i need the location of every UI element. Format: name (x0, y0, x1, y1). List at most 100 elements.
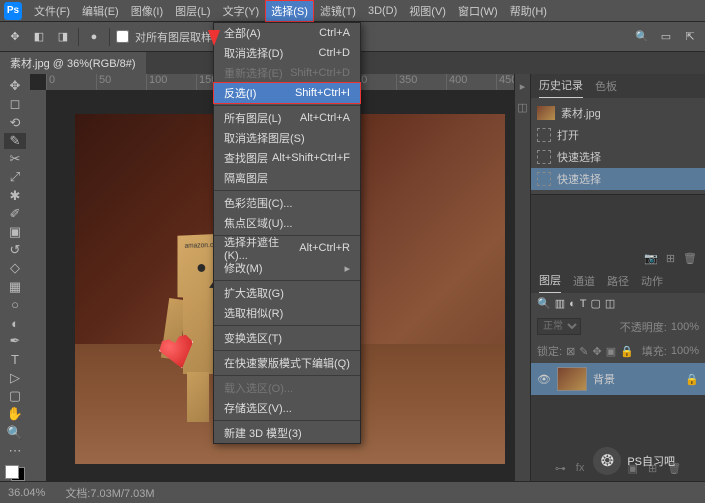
brush-tool[interactable]: ✐ (4, 206, 26, 222)
color-swatches[interactable] (5, 465, 25, 481)
marquee-tool[interactable]: ◻ (4, 96, 26, 112)
gradient-tool[interactable]: ▦ (4, 279, 26, 295)
workspace-icon[interactable]: ▭ (657, 28, 675, 46)
menu-3d[interactable]: 3D(D) (362, 2, 403, 20)
panel-icon[interactable]: ▸ (520, 80, 526, 93)
sub-selection-icon[interactable]: ◨ (54, 28, 72, 46)
shape-tool[interactable]: ▢ (4, 388, 26, 404)
crop-tool[interactable]: ✂ (4, 151, 26, 167)
eraser-tool[interactable]: ◇ (4, 260, 26, 276)
filter-pill[interactable]: ◐ (569, 298, 576, 310)
hand-tool[interactable]: ✋ (4, 406, 26, 422)
menu-item[interactable]: 所有图层(L)Alt+Ctrl+A (214, 108, 360, 128)
tool-preset-icon[interactable]: ✥ (6, 28, 24, 46)
channels-tab[interactable]: 通道 (573, 269, 595, 293)
menu-file[interactable]: 文件(F) (28, 0, 76, 22)
history-state[interactable]: 打开 (531, 124, 705, 146)
menu-window[interactable]: 窗口(W) (452, 0, 504, 22)
right-panels: 历史记录 色板 素材.jpg 打开 快速选择 快速选择 📷 ⊞ 🗑 图层 通道 … (530, 74, 705, 481)
menu-edit[interactable]: 编辑(E) (76, 0, 125, 22)
menu-item[interactable]: 选择并遮住(K)...Alt+Ctrl+R (214, 238, 360, 258)
layer-thumbnail[interactable] (557, 367, 587, 391)
dodge-tool[interactable]: ◐ (4, 315, 26, 331)
zoom-level[interactable]: 36.04% (8, 487, 45, 499)
brush-size-icon[interactable]: ● (85, 28, 103, 46)
layer-row[interactable]: 👁 背景 🔒 (531, 363, 705, 395)
filter-pill[interactable]: T (580, 298, 587, 310)
actions-tab[interactable]: 动作 (641, 269, 663, 293)
pen-tool[interactable]: ✒ (4, 333, 26, 349)
lock-icon[interactable]: ✥ (593, 345, 602, 358)
lock-icon: 🔒 (685, 373, 699, 386)
history-tab[interactable]: 历史记录 (539, 73, 583, 99)
document-tab[interactable]: 素材.jpg @ 36%(RGB/8#) (0, 52, 146, 74)
menu-item[interactable]: 色彩范围(C)... (214, 193, 360, 213)
filter-pill[interactable]: ▥ (555, 297, 565, 310)
menu-item[interactable]: 在快速蒙版模式下编辑(Q) (214, 353, 360, 373)
sample-all-checkbox[interactable] (116, 30, 129, 43)
lock-icon[interactable]: 🔒 (620, 345, 634, 358)
menu-item[interactable]: 取消选择(D)Ctrl+D (214, 43, 360, 63)
menu-layer[interactable]: 图层(L) (169, 0, 216, 22)
filter-pill[interactable]: ◫ (605, 297, 615, 310)
lasso-tool[interactable]: ⟲ (4, 114, 26, 130)
new-icon[interactable]: ⊞ (666, 252, 675, 265)
menu-item[interactable]: 全部(A)Ctrl+A (214, 23, 360, 43)
type-tool[interactable]: T (4, 352, 26, 368)
fill-label: 填充: (642, 343, 667, 359)
layers-tab[interactable]: 图层 (539, 268, 561, 294)
menu-select[interactable]: 选择(S) (265, 0, 314, 22)
trash-icon[interactable]: 🗑 (683, 252, 697, 265)
menu-image[interactable]: 图像(I) (125, 0, 169, 22)
panel-icon[interactable]: ◫ (517, 101, 527, 114)
menu-item[interactable]: 反选(I)Shift+Ctrl+I (214, 83, 360, 103)
visibility-icon[interactable]: 👁 (537, 373, 551, 386)
search-icon[interactable]: 🔍 (633, 28, 651, 46)
fx-icon[interactable]: fx (576, 462, 585, 474)
menu-item[interactable]: 焦点区域(U)... (214, 213, 360, 233)
lock-icon[interactable]: ✎ (579, 345, 588, 358)
history-state[interactable]: 快速选择 (531, 146, 705, 168)
link-icon[interactable]: ⊶ (555, 462, 566, 475)
path-tool[interactable]: ▷ (4, 370, 26, 386)
zoom-tool[interactable]: 🔍 (4, 424, 26, 440)
menu-item[interactable]: 取消选择图层(S) (214, 128, 360, 148)
lock-icon[interactable]: ▣ (606, 345, 616, 358)
menu-item[interactable]: 存储选区(V)... (214, 398, 360, 418)
menu-filter[interactable]: 滤镜(T) (314, 0, 362, 22)
menu-item[interactable]: 新建 3D 模型(3) (214, 423, 360, 443)
more-tools[interactable]: ⋯ (4, 443, 26, 459)
menu-view[interactable]: 视图(V) (403, 0, 452, 22)
lock-label: 锁定: (537, 343, 562, 359)
status-bar: 36.04% 文档:7.03M/7.03M (0, 481, 705, 503)
collapsed-panels[interactable]: ▸ ◫ (514, 74, 530, 481)
history-state[interactable]: 快速选择 (531, 168, 705, 190)
menu-item[interactable]: 查找图层Alt+Shift+Ctrl+F (214, 148, 360, 168)
quick-select-tool[interactable]: ✎ (4, 133, 26, 149)
lock-icon[interactable]: ⊠ (566, 345, 575, 358)
document-size[interactable]: 文档:7.03M/7.03M (65, 485, 154, 501)
share-icon[interactable]: ⇱ (681, 28, 699, 46)
menu-help[interactable]: 帮助(H) (504, 0, 553, 22)
eyedropper-tool[interactable]: ⤢ (4, 169, 26, 185)
filter-icon[interactable]: 🔍 (537, 297, 551, 310)
menu-item[interactable]: 扩大选取(G) (214, 283, 360, 303)
menu-item[interactable]: 隔离图层 (214, 168, 360, 188)
filter-pill[interactable]: ▢ (591, 297, 601, 310)
blend-mode-select[interactable]: 正常 (537, 318, 581, 335)
swatches-tab[interactable]: 色板 (595, 74, 617, 98)
move-tool[interactable]: ✥ (4, 78, 26, 94)
add-selection-icon[interactable]: ◧ (30, 28, 48, 46)
stamp-tool[interactable]: ▣ (4, 224, 26, 240)
blur-tool[interactable]: ○ (4, 297, 26, 313)
menu-item: 重新选择(E)Shift+Ctrl+D (214, 63, 360, 83)
history-brush-tool[interactable]: ↺ (4, 242, 26, 258)
layer-name[interactable]: 背景 (593, 371, 615, 387)
menu-type[interactable]: 文字(Y) (217, 0, 266, 22)
history-snapshot[interactable]: 素材.jpg (531, 102, 705, 124)
healing-tool[interactable]: ✱ (4, 187, 26, 203)
menu-item[interactable]: 变换选区(T) (214, 328, 360, 348)
menu-item[interactable]: 选取相似(R) (214, 303, 360, 323)
paths-tab[interactable]: 路径 (607, 269, 629, 293)
camera-icon[interactable]: 📷 (644, 252, 658, 265)
